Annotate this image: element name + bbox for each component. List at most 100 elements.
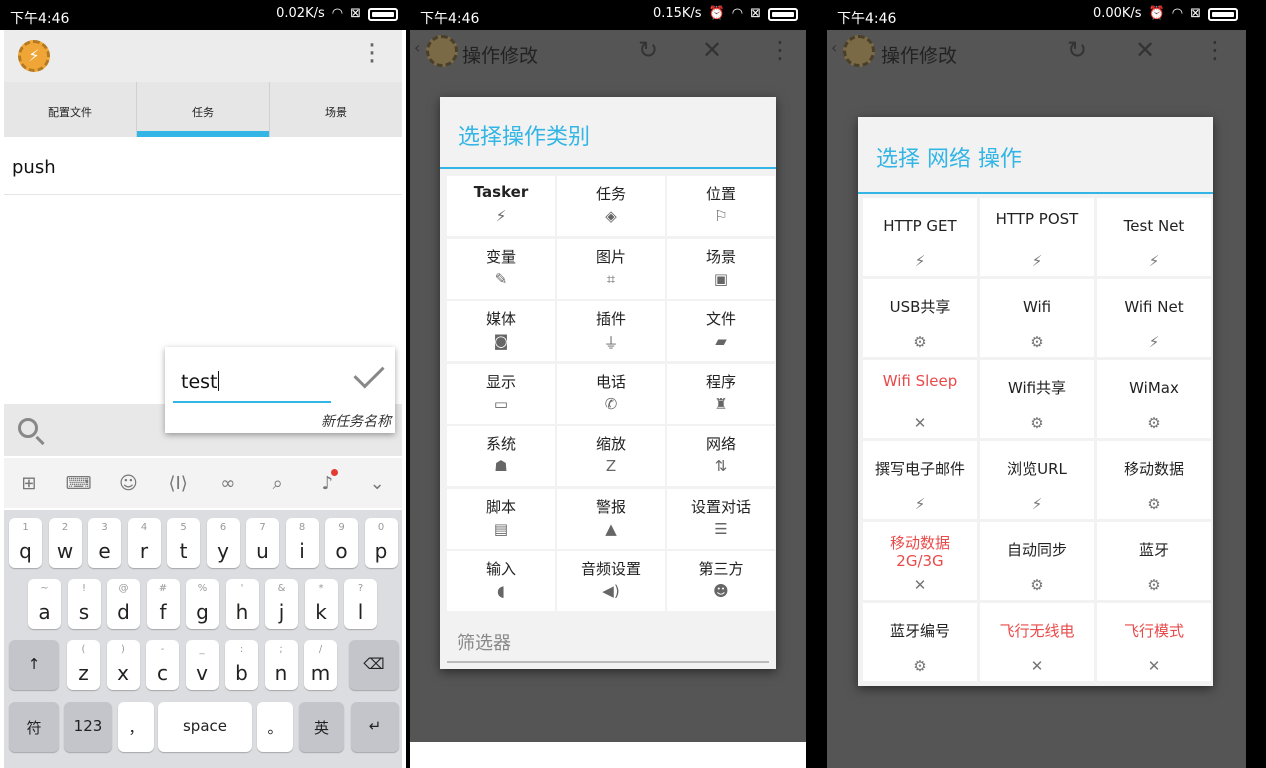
search-icon[interactable] [18,418,38,438]
key-k[interactable]: * k [304,579,338,629]
key-n[interactable]: ; n [264,640,298,690]
category-item[interactable]: 场景 ▣ [667,238,775,299]
action-item[interactable]: 蓝牙 ⚙ [1097,522,1211,600]
overflow-menu-icon[interactable]: · · · [362,33,382,75]
action-item[interactable]: USB共享 ⚙ [863,279,977,357]
space-key[interactable]: space [158,702,252,752]
confirm-check-icon[interactable] [353,357,385,389]
back-chevron-icon[interactable]: ‹ [414,38,420,57]
action-item[interactable]: 浏览URL ⚡ [980,441,1094,519]
category-item[interactable]: 设置对话 ☰ [667,488,775,549]
key-f[interactable]: # f [146,579,180,629]
category-item[interactable]: 输入 ◖ [447,551,555,611]
action-item[interactable]: HTTP GET ⚡ [863,198,977,276]
tab-scenes[interactable]: 场景 [270,82,402,137]
enter-key[interactable]: ↵ [351,702,399,752]
language-key[interactable]: 英 [299,702,344,752]
action-item[interactable]: Wifi ⚙ [980,279,1094,357]
category-item[interactable]: 网络 ⇅ [667,426,775,486]
tab-profiles[interactable]: 配置文件 [4,82,137,137]
grid-icon[interactable]: ⊞ [14,473,44,494]
key-p[interactable]: 0p [364,518,398,568]
key-c[interactable]: -c [146,640,179,690]
key-m[interactable]: / m [304,640,337,690]
key-q[interactable]: 1q [9,518,42,568]
action-item[interactable]: Wifi Sleep ✕ [863,360,977,438]
key-b[interactable]: :b [225,640,258,690]
category-item[interactable]: 脚本 ▤ [447,488,555,549]
category-item[interactable]: 变量 ✎ [447,238,555,299]
key-d[interactable]: @ d [107,579,140,629]
key-s[interactable]: ! s [67,579,101,629]
key-a[interactable]: ~ a [28,579,61,629]
cursor-icon[interactable]: ⟨I⟩ [163,473,193,494]
list-item[interactable]: push [4,137,402,195]
action-item[interactable]: Wifi共享 ⚙ [980,360,1094,438]
key-h[interactable]: ' h [225,579,259,629]
category-item[interactable]: 图片 ⌗ [557,238,665,299]
backspace-key[interactable]: ⌫ [349,640,399,690]
back-chevron-icon[interactable]: ‹ [831,38,837,57]
action-item[interactable]: Test Net ⚡ [1097,198,1211,276]
network-speed: 0.00K/s [1092,6,1142,21]
category-item[interactable]: 媒体 ◙ [447,301,555,361]
category-item[interactable]: 程序 ♜ [667,363,775,424]
close-icon[interactable]: ✕ [1135,36,1155,64]
key-g[interactable]: % g [186,579,219,629]
shift-key[interactable]: ↑ [9,640,59,690]
key-w[interactable]: 2w [48,518,82,568]
category-item[interactable]: Tasker ⚡ [447,176,555,236]
action-item[interactable]: Wifi Net ⚡ [1097,279,1211,357]
emoji-icon[interactable]: ☺ [113,473,143,494]
key-z[interactable]: (z [67,640,100,690]
category-item[interactable]: 位置 ⚐ [667,176,775,236]
category-item[interactable]: 警报 ▲ [557,488,665,549]
tab-tasks[interactable]: 任务 [137,82,270,137]
key-j[interactable]: & j [265,579,298,629]
collapse-icon[interactable]: ⌄ [362,473,392,494]
key-o[interactable]: 9o [325,518,358,568]
category-item[interactable]: 音频设置 ◀) [557,551,665,611]
close-icon[interactable]: ✕ [702,36,722,64]
comma-key[interactable]: ， [118,702,154,752]
action-item[interactable]: 移动数据 2G/3G ✕ [863,522,977,600]
key-l[interactable]: ? l [344,579,377,629]
key-y[interactable]: 6y [206,518,240,568]
key-x[interactable]: ) x [106,640,140,690]
category-item[interactable]: 插件 ⏚ [557,301,665,361]
category-item[interactable]: 显示 ▭ [447,363,555,424]
key-r[interactable]: 4r [127,518,161,568]
category-item[interactable]: 缩放 Z [557,426,665,486]
key-t[interactable]: 5t [167,518,200,568]
action-item[interactable]: 撰写电子邮件 ⚡ [863,441,977,519]
key-i[interactable]: 8i [285,518,319,568]
filter-input[interactable]: 筛选器 [447,617,769,663]
refresh-icon[interactable]: ↻ [638,36,658,64]
keyboard-icon[interactable]: ⌨ [64,473,94,494]
action-item[interactable]: HTTP POST ⚡ [980,198,1094,276]
category-item[interactable]: 系统 ☗ [447,426,555,486]
action-item[interactable]: 自动同步 ⚙ [980,522,1094,600]
key-v[interactable]: _ v [185,640,219,690]
overflow-menu-icon[interactable]: ⋮ [768,36,792,64]
action-item[interactable]: 飞行无线电 ✕ [980,603,1094,681]
period-key[interactable]: 。 [257,702,293,752]
music-icon[interactable]: ♪ [312,468,342,494]
key-u[interactable]: 7u [246,518,279,568]
overflow-menu-icon[interactable]: ⋮ [1203,36,1227,64]
category-item[interactable]: 第三方 ☻ [667,551,775,611]
category-item[interactable]: 文件 ▰ [667,301,775,361]
action-item[interactable]: 移动数据 ⚙ [1097,441,1211,519]
category-item[interactable]: 任务 ◈ [557,176,665,236]
refresh-icon[interactable]: ↻ [1067,36,1087,64]
action-item[interactable]: 飞行模式 ✕ [1097,603,1211,681]
category-item[interactable]: 电话 ✆ [557,363,665,424]
link-icon[interactable]: ∞ [213,473,243,494]
keyboard-search-icon[interactable]: ⌕ [263,473,293,494]
action-item[interactable]: WiMax ⚙ [1097,360,1211,438]
key-e[interactable]: 3e [88,518,121,568]
task-name-input[interactable]: test [173,367,331,403]
action-item[interactable]: 蓝牙编号 ⚙ [863,603,977,681]
number-key[interactable]: 123 [64,702,112,752]
symbol-key[interactable]: 符 [9,702,59,752]
